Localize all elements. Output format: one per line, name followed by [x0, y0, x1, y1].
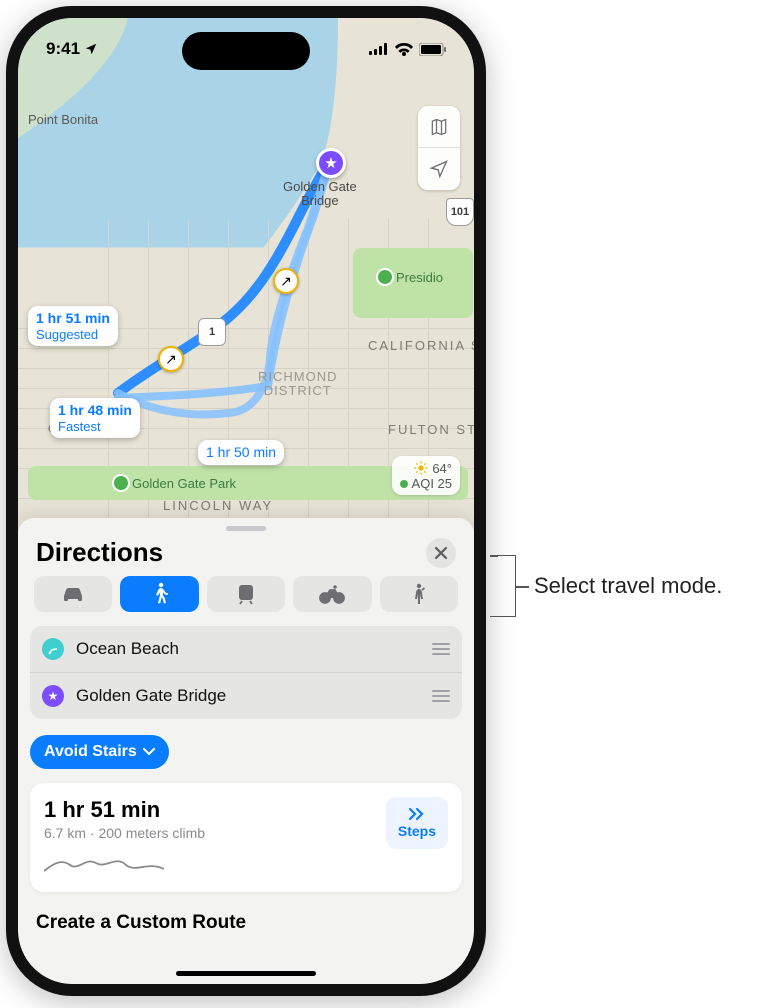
phone-frame: 9:41: [6, 6, 486, 996]
battery-icon: [419, 43, 446, 56]
home-indicator[interactable]: [176, 971, 316, 976]
route-time: 1 hr 48 min: [58, 402, 132, 419]
bike-icon: [318, 584, 346, 604]
reorder-handle-icon[interactable]: [432, 690, 450, 702]
elevation-profile-icon: [44, 849, 164, 877]
rideshare-icon: [411, 583, 427, 605]
weather-temp: 64°: [432, 461, 452, 476]
wifi-icon: [395, 43, 413, 56]
map-icon: [429, 117, 449, 137]
callout-text: Select travel mode.: [534, 573, 722, 599]
road-label-fulton: FULTON ST: [388, 422, 474, 437]
route-time: 1 hr 50 min: [206, 444, 276, 461]
poi-dot-ggpark: [112, 474, 130, 492]
end-pin-icon: ★: [42, 685, 64, 707]
walk-icon: [152, 582, 168, 606]
route-callout-suggested[interactable]: 1 hr 51 min Suggested: [28, 306, 118, 346]
avoid-filter-button[interactable]: Avoid Stairs: [30, 735, 169, 769]
waypoint-end[interactable]: ★ Golden Gate Bridge: [30, 673, 462, 719]
waypoint-label: Golden Gate Bridge: [76, 686, 432, 706]
poi-label-ggpark: Golden Gate Park: [132, 476, 236, 491]
route-callout-alt[interactable]: 1 hr 50 min: [198, 440, 284, 465]
start-pin-icon: [42, 638, 64, 660]
map-view[interactable]: ↗ ↗ Point Bonita Golden Gate Bridge CALI…: [18, 18, 474, 528]
aqi-dot-icon: [400, 480, 408, 488]
route-turn-badge: ↗: [273, 268, 299, 294]
directions-sheet[interactable]: Directions: [18, 518, 474, 984]
waypoints-list: Ocean Beach ★ Golden Gate Bridge: [30, 626, 462, 719]
transit-icon: [236, 583, 256, 605]
weather-widget[interactable]: 64° AQI 25: [392, 456, 460, 495]
waypoint-start[interactable]: Ocean Beach: [30, 626, 462, 673]
district-label-richmond: RICHMOND DISTRICT: [258, 370, 338, 399]
close-button[interactable]: [426, 538, 456, 568]
mode-rideshare[interactable]: [380, 576, 458, 612]
location-services-icon: [84, 42, 98, 56]
sheet-grabber[interactable]: [226, 526, 266, 531]
dynamic-island: [182, 32, 310, 70]
route-callout-fastest[interactable]: 1 hr 48 min Fastest: [50, 398, 140, 438]
mode-walk[interactable]: [120, 576, 198, 612]
bracket-icon: [498, 555, 516, 617]
sun-icon: [413, 460, 429, 476]
map-label-point-bonita: Point Bonita: [28, 112, 98, 127]
weather-aqi: AQI 25: [412, 476, 452, 491]
cellular-icon: [369, 43, 389, 55]
close-icon: [434, 546, 448, 560]
road-label-lincoln: LINCOLN WAY: [163, 498, 273, 513]
destination-pin[interactable]: [316, 148, 346, 178]
steps-label: Steps: [398, 823, 436, 839]
status-time: 9:41: [46, 39, 80, 59]
map-controls: [418, 106, 460, 190]
waypoint-label: Ocean Beach: [76, 639, 432, 659]
chevron-down-icon: [143, 748, 155, 756]
annotation-callout: Select travel mode.: [498, 555, 722, 617]
steps-button[interactable]: Steps: [386, 797, 448, 849]
map-label-destination: Golden Gate Bridge: [283, 180, 357, 209]
screen: 9:41: [18, 18, 474, 984]
road-label-california: CALIFORNIA ST: [368, 338, 474, 353]
route-meta: 6.7 km · 200 meters climb: [44, 825, 205, 841]
mode-transit[interactable]: [207, 576, 285, 612]
chevrons-right-icon: [408, 807, 426, 821]
route-duration: 1 hr 51 min: [44, 797, 205, 823]
route-tag: Fastest: [58, 419, 132, 435]
create-custom-route[interactable]: Create a Custom Route: [30, 906, 462, 934]
poi-label-presidio: Presidio: [396, 270, 443, 285]
map-mode-button[interactable]: [418, 106, 460, 148]
highway-shield-1: 1: [198, 318, 226, 346]
car-icon: [60, 584, 86, 604]
filter-label: Avoid Stairs: [44, 743, 137, 761]
location-arrow-icon: [429, 159, 449, 179]
sheet-title: Directions: [36, 537, 163, 568]
locate-button[interactable]: [418, 148, 460, 190]
route-time: 1 hr 51 min: [36, 310, 110, 327]
mode-cycle[interactable]: [293, 576, 371, 612]
route-tag: Suggested: [36, 327, 110, 343]
travel-mode-selector: [30, 576, 462, 626]
poi-dot-presidio: [376, 268, 394, 286]
highway-shield-101: 101: [446, 198, 474, 226]
reorder-handle-icon[interactable]: [432, 643, 450, 655]
mode-drive[interactable]: [34, 576, 112, 612]
route-turn-badge: ↗: [158, 346, 184, 372]
route-summary-card[interactable]: 1 hr 51 min 6.7 km · 200 meters climb St…: [30, 783, 462, 892]
